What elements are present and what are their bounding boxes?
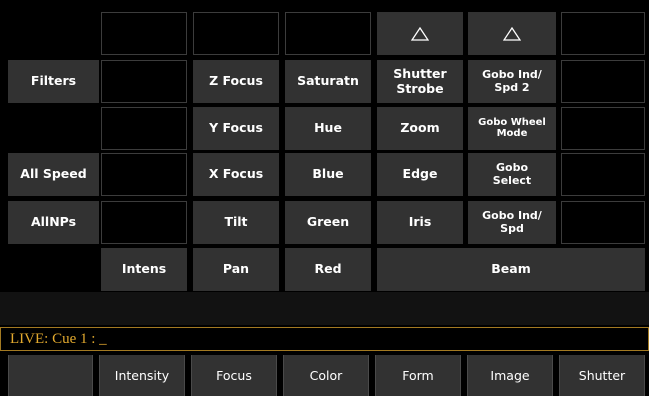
empty-cell	[561, 12, 645, 55]
pan-button[interactable]: Pan	[193, 248, 279, 291]
z-focus-button[interactable]: Z Focus	[193, 60, 279, 103]
softkey-intensity[interactable]: Intensity	[99, 355, 185, 396]
tilt-button[interactable]: Tilt	[193, 201, 279, 244]
y-focus-button[interactable]: Y Focus	[193, 107, 279, 150]
triangle-up-icon	[503, 12, 521, 55]
red-button[interactable]: Red	[285, 248, 371, 291]
empty-cell	[101, 153, 187, 196]
empty-cell	[561, 201, 645, 244]
hue-button[interactable]: Hue	[285, 107, 371, 150]
empty-cell	[285, 12, 371, 55]
allnps-button[interactable]: AllNPs	[8, 201, 99, 244]
beam-button[interactable]: Beam	[377, 248, 645, 291]
green-button[interactable]: Green	[285, 201, 371, 244]
empty-cell	[561, 107, 645, 150]
gobo-page-up-button[interactable]	[468, 12, 556, 55]
shutter-strobe-button[interactable]: Shutter Strobe	[377, 60, 463, 103]
empty-cell	[193, 12, 279, 55]
softkey-form[interactable]: Form	[375, 355, 461, 396]
shutter-page-up-button[interactable]	[377, 12, 463, 55]
empty-cell	[561, 153, 645, 196]
softkey-shutter[interactable]: Shutter	[559, 355, 645, 396]
all-speed-button[interactable]: All Speed	[8, 153, 99, 196]
zoom-button[interactable]: Zoom	[377, 107, 463, 150]
empty-cell	[101, 60, 187, 103]
softkey-image[interactable]: Image	[467, 355, 553, 396]
intens-button[interactable]: Intens	[101, 248, 187, 291]
status-area	[0, 292, 649, 325]
filters-button[interactable]: Filters	[8, 60, 99, 103]
saturatn-button[interactable]: Saturatn	[285, 60, 371, 103]
gobo-ind-spd-button[interactable]: Gobo Ind/ Spd	[468, 201, 556, 244]
x-focus-button[interactable]: X Focus	[193, 153, 279, 196]
parameter-screen: Filters Z Focus Saturatn Shutter Strobe …	[0, 0, 649, 396]
edge-button[interactable]: Edge	[377, 153, 463, 196]
softkey-blank[interactable]	[8, 355, 93, 396]
empty-cell	[101, 107, 187, 150]
gobo-wheel-mode-button[interactable]: Gobo Wheel Mode	[468, 107, 556, 150]
empty-cell	[101, 201, 187, 244]
empty-cell	[101, 12, 187, 55]
softkey-focus[interactable]: Focus	[191, 355, 277, 396]
command-line[interactable]: LIVE: Cue 1 : _	[0, 327, 649, 351]
blue-button[interactable]: Blue	[285, 153, 371, 196]
gobo-ind-spd2-button[interactable]: Gobo Ind/ Spd 2	[468, 60, 556, 103]
triangle-up-icon	[411, 12, 429, 55]
empty-cell	[561, 60, 645, 103]
iris-button[interactable]: Iris	[377, 201, 463, 244]
gobo-select-button[interactable]: Gobo Select	[468, 153, 556, 196]
softkey-color[interactable]: Color	[283, 355, 369, 396]
